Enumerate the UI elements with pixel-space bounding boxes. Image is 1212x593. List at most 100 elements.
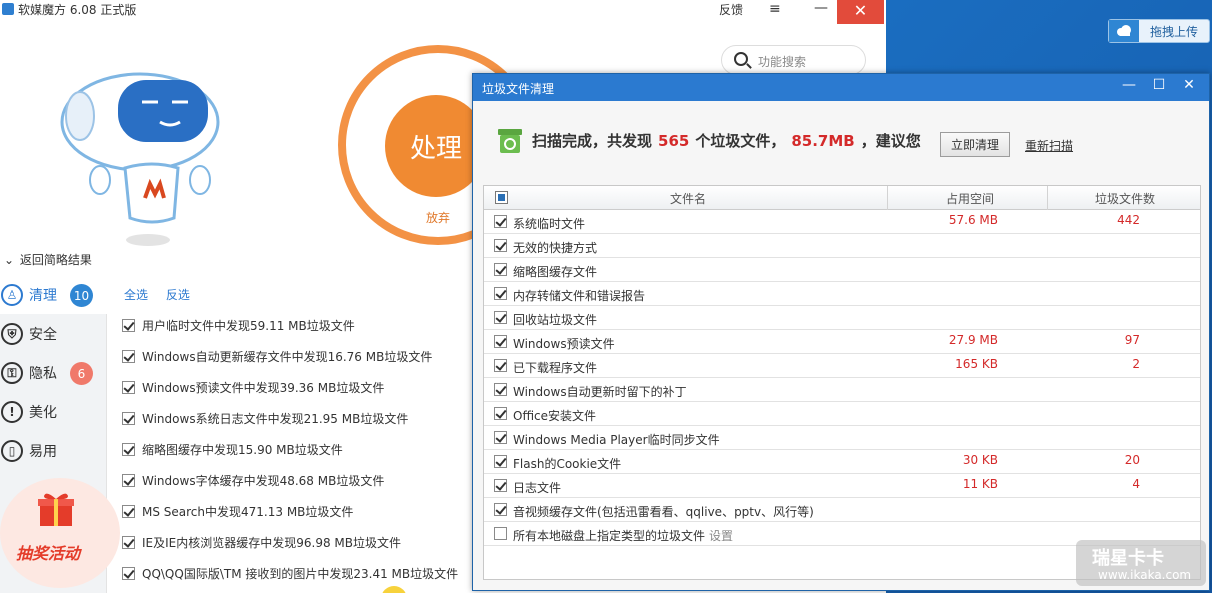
result-row[interactable]: IE及IE内核浏览器缓存中发现96.98 MB垃圾文件 xyxy=(122,532,401,552)
result-row[interactable]: QQ\QQ国际版\TM 接收到的图片中发现23.41 MB垃圾文件 xyxy=(122,563,458,583)
row-name: Office安装文件 xyxy=(513,407,596,424)
rescan-link[interactable]: 重新扫描 xyxy=(1025,137,1073,154)
table-row[interactable]: Windows预读文件 27.9 MB 97 xyxy=(484,330,1200,354)
table-row[interactable]: Flash的Cookie文件 30 KB 20 xyxy=(484,450,1200,474)
row-name: 缩略图缓存文件 xyxy=(513,263,597,280)
bottle-icon: ▯ xyxy=(1,440,23,462)
result-row[interactable]: MS Search中发现471.13 MB垃圾文件 xyxy=(122,501,353,521)
lock-icon: ⚿ xyxy=(1,362,23,384)
lottery-label: 抽奖活动 xyxy=(16,544,81,563)
file-count: 565 xyxy=(658,131,690,150)
table-row[interactable]: Windows自动更新时留下的补丁 xyxy=(484,378,1200,402)
select-all-checkbox[interactable] xyxy=(495,191,508,204)
result-checkbox[interactable] xyxy=(122,473,135,487)
row-checkbox[interactable] xyxy=(494,383,507,396)
sidebar-item-security[interactable]: ⛨ 安全 xyxy=(0,315,107,353)
app-titlebar[interactable]: 软媒魔方 6.08 正式版 反馈 ≡ — ✕ xyxy=(0,0,886,24)
row-name: 已下载程序文件 xyxy=(513,359,597,376)
row-checkbox[interactable] xyxy=(494,311,507,324)
menu-icon[interactable]: ≡ xyxy=(769,1,781,17)
minimize-icon[interactable]: — xyxy=(806,0,836,20)
abandon-link[interactable]: 放弃 xyxy=(426,209,450,226)
row-name-text: 回收站垃圾文件 xyxy=(513,313,598,327)
row-checkbox[interactable] xyxy=(494,359,507,372)
row-name: Windows Media Player临时同步文件 xyxy=(513,431,720,448)
count-badge: 10 xyxy=(70,284,93,307)
feature-search-input[interactable]: 功能搜索 xyxy=(721,45,866,75)
back-to-summary-link[interactable]: ⌄ 返回简略结果 xyxy=(4,251,92,268)
table-row[interactable]: 回收站垃圾文件 xyxy=(484,306,1200,330)
result-checkbox[interactable] xyxy=(122,318,135,332)
row-checkbox[interactable] xyxy=(494,479,507,492)
sidebar-item-beautify[interactable]: ! 美化 xyxy=(0,393,107,431)
clean-now-button[interactable]: 立即清理 xyxy=(940,132,1010,157)
row-checkbox[interactable] xyxy=(494,239,507,252)
row-checkbox[interactable] xyxy=(494,407,507,420)
select-all-link[interactable]: 全选 xyxy=(124,288,148,302)
table-row[interactable]: 内存转储文件和错误报告 xyxy=(484,282,1200,306)
result-row[interactable]: 用户临时文件中发现59.11 MB垃圾文件 xyxy=(122,315,355,335)
watermark-brand: 瑞星卡卡 xyxy=(1092,548,1164,569)
row-checkbox[interactable] xyxy=(494,215,507,228)
column-divider[interactable] xyxy=(1047,186,1048,210)
row-name-text: 音视频缓存文件(包括迅雷看看、qqlive、pptv、风行等) xyxy=(513,505,814,519)
row-checkbox[interactable] xyxy=(494,335,507,348)
result-checkbox[interactable] xyxy=(122,349,135,363)
table-row[interactable]: 系统临时文件 57.6 MB 442 xyxy=(484,210,1200,234)
result-checkbox[interactable] xyxy=(122,566,135,580)
table-row[interactable]: 日志文件 11 KB 4 xyxy=(484,474,1200,498)
table-row[interactable]: Office安装文件 xyxy=(484,402,1200,426)
result-checkbox[interactable] xyxy=(122,535,135,549)
result-row[interactable]: Windows预读文件中发现39.36 MB垃圾文件 xyxy=(122,377,384,397)
drag-upload-widget[interactable]: 拖拽上传 xyxy=(1108,19,1210,43)
dialog-titlebar[interactable]: 垃圾文件清理 — ☐ ✕ xyxy=(473,74,1209,101)
column-header-size[interactable]: 占用空间 xyxy=(946,190,994,207)
row-checkbox[interactable] xyxy=(494,527,507,540)
table-row[interactable]: Windows Media Player临时同步文件 xyxy=(484,426,1200,450)
table-row[interactable]: 已下载程序文件 165 KB 2 xyxy=(484,354,1200,378)
result-row[interactable]: Windows字体缓存中发现48.68 MB垃圾文件 xyxy=(122,470,384,490)
result-checkbox[interactable] xyxy=(122,411,135,425)
result-checkbox[interactable] xyxy=(122,380,135,394)
row-name: 日志文件 xyxy=(513,479,561,496)
table-header: 文件名 占用空间 垃圾文件数 xyxy=(484,186,1200,210)
row-name: Windows自动更新时留下的补丁 xyxy=(513,383,687,400)
row-checkbox[interactable] xyxy=(494,287,507,300)
column-header-count[interactable]: 垃圾文件数 xyxy=(1095,190,1155,207)
settings-link[interactable]: 设置 xyxy=(709,529,733,543)
sidebar-item-usability[interactable]: ▯ 易用 xyxy=(0,432,107,470)
row-name-text: 日志文件 xyxy=(513,481,562,495)
result-label: Windows预读文件中发现39.36 MB垃圾文件 xyxy=(142,380,385,395)
row-name: 所有本地磁盘上指定类型的垃圾文件 设置 xyxy=(513,527,733,544)
row-name-text: Windows预读文件 xyxy=(513,337,615,351)
sidebar-item-privacy[interactable]: ⚿ 隐私 6 xyxy=(0,354,107,392)
table-row[interactable]: 缩略图缓存文件 xyxy=(484,258,1200,282)
dialog-close-icon[interactable]: ✕ xyxy=(1175,77,1203,97)
row-count: 20 xyxy=(1124,453,1140,467)
feedback-link[interactable]: 反馈 xyxy=(719,1,743,18)
column-divider[interactable] xyxy=(887,186,888,210)
result-checkbox[interactable] xyxy=(122,442,135,456)
result-checkbox[interactable] xyxy=(122,504,135,518)
row-count: 4 xyxy=(1132,477,1140,491)
column-header-name[interactable]: 文件名 xyxy=(670,190,706,207)
row-checkbox[interactable] xyxy=(494,455,507,468)
robot-mascot xyxy=(60,72,220,246)
count-badge: 6 xyxy=(70,362,93,385)
sidebar-item-clean[interactable]: ♙ 清理 10 xyxy=(0,276,107,314)
dialog-minimize-icon[interactable]: — xyxy=(1115,77,1143,97)
result-row[interactable]: Windows系统日志文件中发现21.95 MB垃圾文件 xyxy=(122,408,408,428)
table-row[interactable]: 无效的快捷方式 xyxy=(484,234,1200,258)
row-checkbox[interactable] xyxy=(494,503,507,516)
invert-selection-link[interactable]: 反选 xyxy=(166,288,190,302)
gift-icon xyxy=(38,493,74,526)
result-row[interactable]: 缩略图缓存中发现15.90 MB垃圾文件 xyxy=(122,439,343,459)
dialog-maximize-icon[interactable]: ☐ xyxy=(1145,77,1173,97)
row-checkbox[interactable] xyxy=(494,431,507,444)
row-checkbox[interactable] xyxy=(494,263,507,276)
close-button[interactable]: ✕ xyxy=(837,0,884,24)
row-name-text: 已下载程序文件 xyxy=(513,361,598,375)
table-row[interactable]: 音视频缓存文件(包括迅雷看看、qqlive、pptv、风行等) xyxy=(484,498,1200,522)
result-row[interactable]: Windows自动更新缓存文件中发现16.76 MB垃圾文件 xyxy=(122,346,432,366)
row-name-text: 缩略图缓存文件 xyxy=(513,265,598,279)
